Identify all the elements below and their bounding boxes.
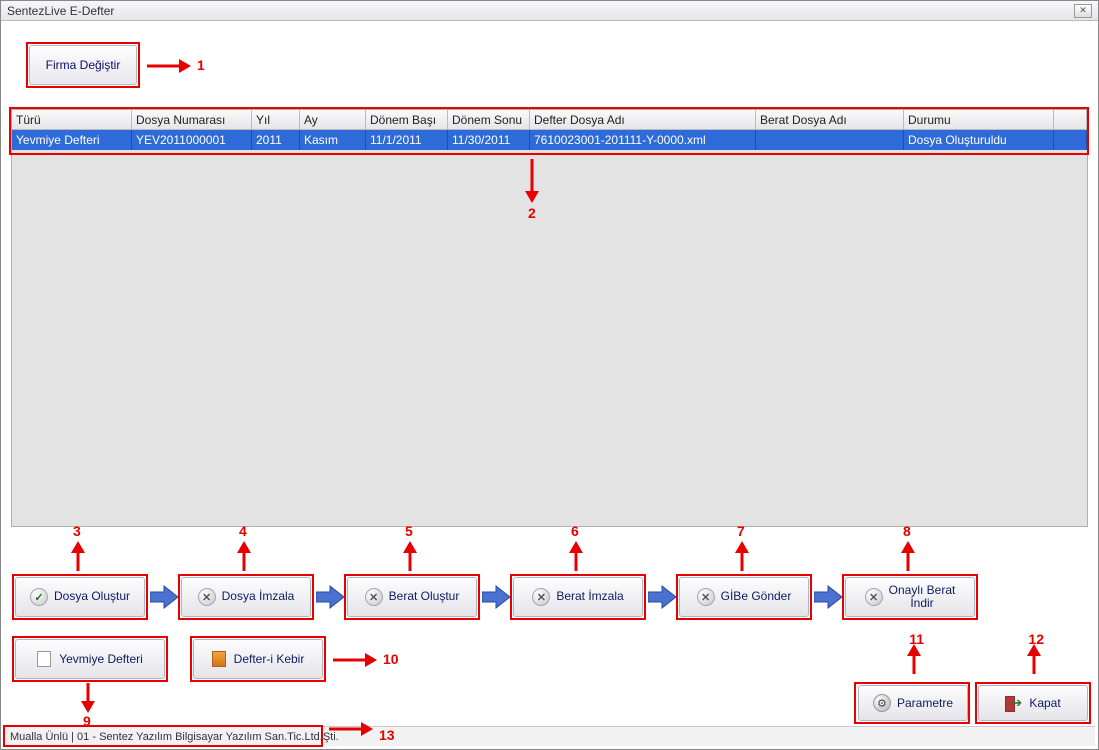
- statusbar: Mualla Ünlü | 01 - Sentez Yazılım Bilgis…: [4, 726, 1095, 746]
- cross-icon: [532, 588, 550, 606]
- send-gib-label: GİBe Gönder: [721, 590, 792, 603]
- arrow-right-icon: [813, 583, 843, 611]
- general-ledger-label: Defter-i Kebir: [234, 652, 305, 666]
- parameters-label: Parametre: [897, 696, 953, 710]
- close-icon: ✕: [1079, 5, 1087, 16]
- annotation-arrow-1: [145, 57, 191, 80]
- annotation-arrow-7: [733, 541, 751, 576]
- download-approved-berat-button[interactable]: Onaylı Berat İndir: [845, 577, 975, 617]
- annotation-arrow-6: [567, 541, 585, 576]
- document-icon: [37, 651, 51, 667]
- create-file-button[interactable]: Dosya Oluştur: [15, 577, 145, 617]
- download-approved-berat-label: Onaylı Berat İndir: [889, 584, 956, 610]
- annotation-arrow-11: [905, 644, 923, 679]
- cell-dosyano: YEV2011000001: [132, 130, 252, 150]
- journal-ledger-button[interactable]: Yevmiye Defteri: [15, 639, 165, 679]
- create-berat-label: Berat Oluştur: [389, 590, 460, 603]
- annotation-arrow-9: [79, 683, 97, 718]
- col-header-beratdosyaadi[interactable]: Berat Dosya Adı: [756, 110, 904, 130]
- cell-beratdosyaadi: [756, 130, 904, 150]
- annotation-number-11: 11: [909, 631, 924, 647]
- col-header-spacer: [1054, 110, 1087, 130]
- col-header-donemsonu[interactable]: Dönem Sonu: [448, 110, 530, 130]
- journal-ledger-label: Yevmiye Defteri: [59, 652, 143, 666]
- app-window: SentezLive E-Defter ✕ Firma Değiştir Tür…: [0, 0, 1099, 750]
- cross-icon: [697, 588, 715, 606]
- col-header-donembasi[interactable]: Dönem Başı: [366, 110, 448, 130]
- cell-ay: Kasım: [300, 130, 366, 150]
- change-company-label: Firma Değiştir: [46, 58, 121, 72]
- general-ledger-button[interactable]: Defter-i Kebir: [193, 639, 323, 679]
- create-file-label: Dosya Oluştur: [54, 590, 130, 603]
- annotation-number-10: 10: [383, 651, 399, 667]
- cross-icon: [198, 588, 216, 606]
- grid-empty-area: [12, 150, 1087, 526]
- sign-file-label: Dosya İmzala: [222, 590, 295, 603]
- arrow-right-icon: [315, 583, 345, 611]
- send-gib-button[interactable]: GİBe Gönder: [679, 577, 809, 617]
- annotation-arrow-4: [235, 541, 253, 576]
- col-header-ay[interactable]: Ay: [300, 110, 366, 130]
- cell-yil: 2011: [252, 130, 300, 150]
- annotation-arrow-12: [1025, 644, 1043, 679]
- cell-donemsonu: 11/30/2011: [448, 130, 530, 150]
- annotation-arrow-8: [899, 541, 917, 576]
- cross-icon: [865, 588, 883, 606]
- client-area: Firma Değiştir Türü Dosya Numarası Yıl A…: [1, 21, 1098, 749]
- col-header-turu[interactable]: Türü: [12, 110, 132, 130]
- gear-icon: ⚙: [873, 694, 891, 712]
- cell-defterdosyaadi: 7610023001-201111-Y-0000.xml: [530, 130, 756, 150]
- close-label: Kapat: [1029, 696, 1060, 710]
- change-company-button[interactable]: Firma Değiştir: [29, 45, 137, 85]
- create-berat-button[interactable]: Berat Oluştur: [347, 577, 477, 617]
- annotation-number-12: 12: [1028, 631, 1044, 647]
- annotation-number-1: 1: [197, 57, 205, 73]
- cell-turu: Yevmiye Defteri: [12, 130, 132, 150]
- annotation-arrow-5: [401, 541, 419, 576]
- annotation-arrow-10: [331, 651, 377, 674]
- cross-icon: [365, 588, 383, 606]
- book-icon: [212, 651, 226, 667]
- sign-berat-button[interactable]: Berat İmzala: [513, 577, 643, 617]
- arrow-right-icon: [647, 583, 677, 611]
- close-button[interactable]: Kapat: [978, 685, 1088, 721]
- parameters-button[interactable]: ⚙ Parametre: [858, 685, 968, 721]
- grid-header-row: Türü Dosya Numarası Yıl Ay Dönem Başı Dö…: [12, 110, 1087, 130]
- cell-spacer: [1054, 130, 1087, 150]
- status-text: Mualla Ünlü | 01 - Sentez Yazılım Bilgis…: [10, 731, 339, 743]
- window-close-button[interactable]: ✕: [1074, 4, 1092, 18]
- col-header-defterdosyaadi[interactable]: Defter Dosya Adı: [530, 110, 756, 130]
- cell-durumu: Dosya Oluşturuldu: [904, 130, 1054, 150]
- sign-berat-label: Berat İmzala: [556, 590, 623, 603]
- arrow-right-icon: [149, 583, 179, 611]
- sign-file-button[interactable]: Dosya İmzala: [181, 577, 311, 617]
- exit-icon: [1005, 696, 1023, 710]
- cell-donembasi: 11/1/2011: [366, 130, 448, 150]
- col-header-yil[interactable]: Yıl: [252, 110, 300, 130]
- col-header-durumu[interactable]: Durumu: [904, 110, 1054, 130]
- ledger-grid[interactable]: Türü Dosya Numarası Yıl Ay Dönem Başı Dö…: [11, 109, 1088, 527]
- window-title: SentezLive E-Defter: [7, 4, 1074, 18]
- titlebar: SentezLive E-Defter ✕: [1, 1, 1098, 21]
- check-icon: [30, 588, 48, 606]
- annotation-arrow-3: [69, 541, 87, 576]
- col-header-dosyano[interactable]: Dosya Numarası: [132, 110, 252, 130]
- arrow-right-icon: [481, 583, 511, 611]
- grid-row-selected[interactable]: Yevmiye Defteri YEV2011000001 2011 Kasım…: [12, 130, 1087, 150]
